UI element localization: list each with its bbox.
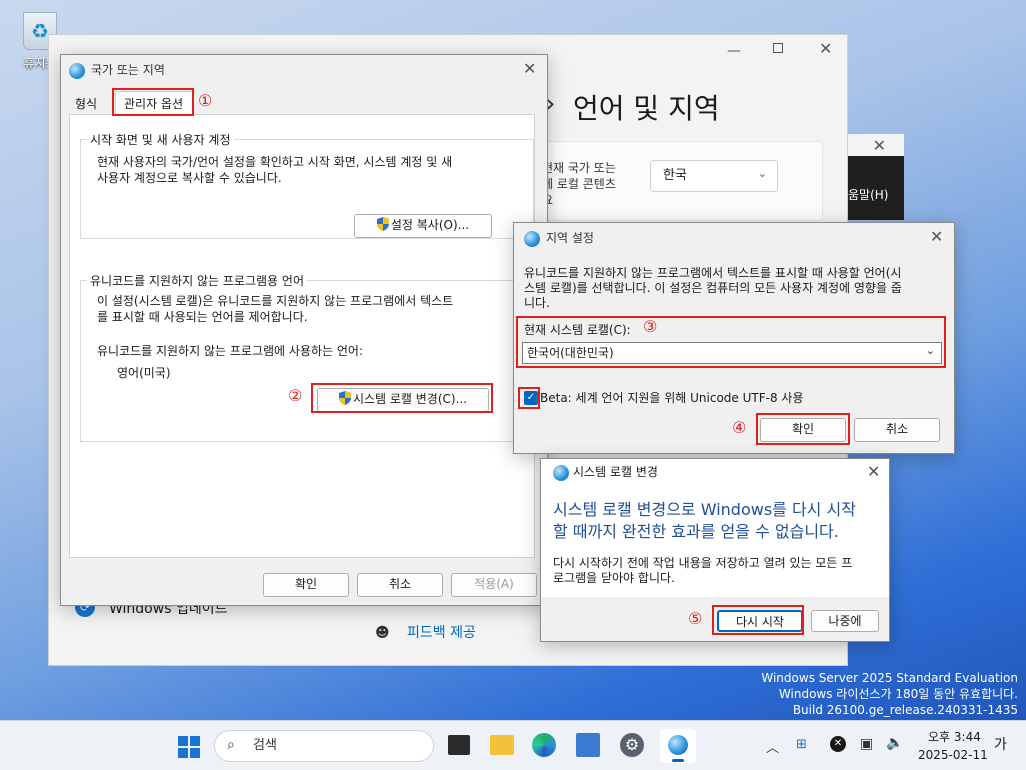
locale-desc-3: 니다. bbox=[524, 296, 550, 310]
group-title: 유니코드를 지원하지 않는 프로그램용 언어 bbox=[87, 272, 307, 289]
taskbar: ⌕ 검색 ⚙ ︿ ⊞ ✕ ▣ 🔈 오후 3:44 2025-02-11 가 bbox=[0, 720, 1026, 770]
minimize-icon[interactable]: — bbox=[727, 43, 741, 59]
apply-button[interactable]: 적용(A) bbox=[451, 573, 537, 597]
copy-settings-label: 설정 복사(O)... bbox=[390, 218, 470, 232]
later-button[interactable]: 나중에 bbox=[811, 610, 879, 632]
highlight-restart bbox=[712, 605, 804, 635]
watermark-line-1: Windows Server 2025 Standard Evaluation bbox=[761, 671, 1018, 685]
watermark-line-2: Windows 라이선스가 180일 동안 유효합니다. bbox=[778, 687, 1018, 701]
close-icon[interactable]: ✕ bbox=[867, 462, 880, 481]
country-desc-2: 에 로컬 콘텐츠 bbox=[542, 177, 616, 191]
annotation-2: ② bbox=[288, 386, 303, 405]
shield-icon bbox=[376, 217, 389, 231]
group-start-screen: 시작 화면 및 새 사용자 계정 현재 사용자의 국가/언어 설정을 확인하고 … bbox=[80, 131, 534, 239]
settings-icon[interactable]: ⚙ bbox=[620, 733, 644, 757]
locale-desc-1: 유니코드를 지원하지 않는 프로그램에서 텍스트를 표시할 때 사용할 언어(시 bbox=[524, 266, 902, 280]
group-desc-2: 를 표시할 때 사용되는 언어를 제어합니다. bbox=[97, 310, 308, 324]
annotation-5: ⑤ bbox=[688, 609, 703, 628]
country-desc-1: 현재 국가 또는 bbox=[542, 161, 616, 175]
globe-icon bbox=[524, 231, 540, 247]
tab-format[interactable]: 형식 bbox=[69, 93, 109, 115]
annotation-1: ① bbox=[198, 91, 213, 110]
close-icon[interactable]: ✕ bbox=[873, 136, 886, 155]
group-desc-1: 현재 사용자의 국가/언어 설정을 확인하고 시작 화면, 시스템 계정 및 새 bbox=[97, 155, 453, 169]
feedback-link[interactable]: 피드백 제공 bbox=[407, 625, 476, 641]
search-box[interactable]: ⌕ 검색 bbox=[214, 730, 434, 762]
watermark-line-3: Build 26100.ge_release.240331-1435 bbox=[792, 703, 1018, 717]
globe-icon bbox=[69, 63, 85, 79]
region-app-icon[interactable] bbox=[660, 729, 696, 763]
search-icon: ⌕ bbox=[227, 737, 235, 753]
chevron-up-icon[interactable]: ︿ bbox=[766, 737, 779, 756]
current-lang-label: 유니코드를 지원하지 않는 프로그램에 사용하는 언어: bbox=[97, 344, 363, 358]
country-card: 현재 국가 또는 에 로컬 콘텐츠 요 한국 ⌄ bbox=[527, 141, 823, 221]
cancel-button[interactable]: 취소 bbox=[357, 573, 443, 597]
page-title: 언어 및 지역 bbox=[573, 92, 720, 125]
tab-format-label: 형식 bbox=[75, 97, 98, 111]
ime-indicator[interactable]: 가 bbox=[994, 737, 1007, 753]
annotation-3: ③ bbox=[643, 317, 658, 336]
globe-icon bbox=[553, 465, 569, 481]
volume-icon[interactable]: 🔈 bbox=[886, 735, 903, 751]
highlight-change-locale bbox=[311, 383, 493, 413]
network-status-icon[interactable]: ⊞ bbox=[796, 737, 807, 752]
dialog-title: 시스템 로캘 변경 bbox=[573, 465, 658, 479]
feedback-icon: ☻ bbox=[375, 625, 390, 641]
chevron-down-icon: ⌄ bbox=[757, 167, 767, 180]
close-icon[interactable]: ✕ bbox=[523, 59, 536, 78]
close-circle-icon[interactable]: ✕ bbox=[830, 736, 846, 752]
file-explorer-icon[interactable] bbox=[490, 735, 514, 755]
country-dropdown[interactable]: 한국 ⌄ bbox=[650, 160, 778, 192]
region-dialog: 국가 또는 지역 ✕ 형식 관리자 옵션 시작 화면 및 새 사용자 계정 현재… bbox=[60, 54, 548, 606]
copy-settings-button[interactable]: 설정 복사(O)... bbox=[354, 214, 492, 238]
restart-headline-1: 시스템 로캘 변경으로 Windows를 다시 시작 bbox=[553, 500, 856, 519]
group-title: 시작 화면 및 새 사용자 계정 bbox=[87, 131, 234, 148]
country-value: 한국 bbox=[663, 168, 687, 183]
highlight-admin-tab bbox=[112, 88, 194, 116]
dialog-title: 국가 또는 지역 bbox=[91, 63, 165, 77]
highlight-current-locale bbox=[516, 316, 946, 368]
behind-menu-text: 움말(H) bbox=[848, 188, 889, 202]
annotation-4: ④ bbox=[732, 418, 747, 437]
close-icon[interactable]: ✕ bbox=[930, 227, 943, 246]
edge-icon[interactable] bbox=[532, 733, 556, 757]
search-placeholder: 검색 bbox=[253, 738, 277, 753]
current-lang-value: 영어(미국) bbox=[117, 366, 171, 380]
maximize-icon[interactable] bbox=[773, 43, 783, 53]
clock-date[interactable]: 2025-02-11 bbox=[918, 747, 988, 763]
dialog-title: 지역 설정 bbox=[546, 231, 594, 245]
restart-headline-2: 할 때까지 완전한 효과를 얻을 수 없습니다. bbox=[553, 522, 839, 541]
restart-desc-1: 다시 시작하기 전에 작업 내용을 저장하고 열려 있는 모든 프 bbox=[553, 556, 853, 570]
clock-time[interactable]: 오후 3:44 bbox=[928, 729, 981, 745]
close-icon[interactable]: ✕ bbox=[819, 39, 832, 58]
task-view-icon[interactable] bbox=[448, 735, 470, 755]
start-icon[interactable] bbox=[178, 736, 200, 758]
group-desc-1: 이 설정(시스템 로캘)은 유니코드를 지원하지 않는 프로그램에서 텍스트 bbox=[97, 294, 454, 308]
utf8-label: Beta: 세계 언어 지원을 위해 Unicode UTF-8 사용 bbox=[540, 391, 804, 405]
group-desc-2: 사용자 계정으로 복사할 수 있습니다. bbox=[97, 171, 282, 185]
group-nonunicode: 유니코드를 지원하지 않는 프로그램용 언어 이 설정(시스템 로캘)은 유니코… bbox=[80, 272, 534, 442]
highlight-ok bbox=[756, 413, 850, 445]
cancel-button[interactable]: 취소 bbox=[854, 418, 940, 442]
highlight-utf8 bbox=[518, 387, 540, 409]
locale-desc-2: 스템 로캘)를 선택합니다. 이 설정은 컴퓨터의 모든 사용자 계정에 영향을… bbox=[524, 281, 902, 295]
restart-desc-2: 로그램을 닫아야 합니다. bbox=[553, 571, 675, 585]
server-manager-icon[interactable] bbox=[576, 733, 600, 757]
ok-button[interactable]: 확인 bbox=[263, 573, 349, 597]
network-icon[interactable]: ▣ bbox=[860, 736, 873, 752]
